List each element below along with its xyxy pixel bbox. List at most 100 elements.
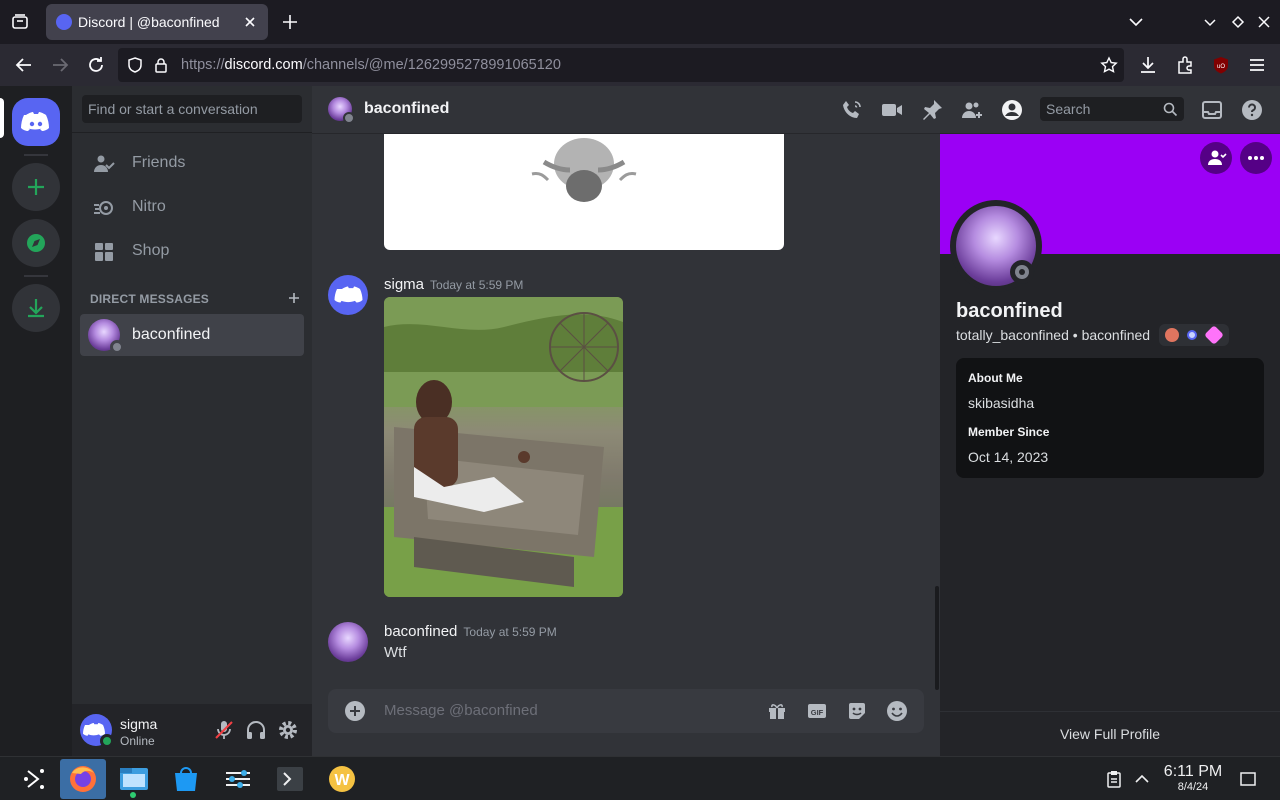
badge-icon[interactable] [1165, 328, 1179, 342]
message-avatar[interactable] [328, 622, 368, 662]
profile-display-name: baconfined [956, 300, 1063, 322]
browser-nav-bar: https://discord.com/channels/@me/1262995… [0, 44, 1280, 86]
clock-date: 8/4/24 [1177, 781, 1209, 793]
voice-call-icon[interactable] [840, 98, 864, 122]
download-apps-button[interactable] [12, 284, 60, 332]
ublock-origin-icon[interactable]: uO [1210, 54, 1232, 76]
address-bar[interactable]: https://discord.com/channels/@me/1262995… [118, 48, 1124, 82]
forward-arrow-icon[interactable] [49, 54, 71, 76]
headphones-icon[interactable] [244, 718, 268, 742]
image-attachment[interactable] [384, 134, 784, 250]
game-launcher-icon[interactable]: W [322, 759, 362, 799]
gift-icon[interactable] [766, 700, 788, 722]
rail-separator [24, 275, 48, 277]
close-tab-icon[interactable] [240, 12, 260, 32]
nav-friends[interactable]: Friends [80, 142, 304, 184]
terminal-icon[interactable] [270, 759, 310, 799]
pinned-messages-icon[interactable] [920, 98, 944, 122]
message-input[interactable]: Message @baconfined [384, 702, 538, 719]
system-tray-expand-icon[interactable] [1132, 769, 1152, 789]
add-friends-to-dm-icon[interactable] [960, 98, 984, 122]
menu-hamburger-icon[interactable] [1246, 54, 1268, 76]
reload-icon[interactable] [85, 54, 107, 76]
dm-sidebar: Find or start a conversation Friends Nit… [72, 86, 312, 756]
member-since-date: Oct 14, 2023 [968, 449, 1049, 465]
inbox-icon[interactable] [1200, 98, 1224, 122]
direct-messages-home-button[interactable] [12, 98, 60, 146]
separator-dot: • [1072, 327, 1078, 343]
search-icon [1162, 101, 1178, 117]
offline-status-icon [1010, 260, 1034, 284]
badge-icon[interactable] [1187, 330, 1197, 340]
photo-attachment[interactable] [384, 297, 623, 597]
video-call-icon[interactable] [880, 98, 904, 122]
settings-gear-icon[interactable] [276, 718, 300, 742]
more-dots-icon [1248, 156, 1264, 160]
store-icon[interactable] [166, 759, 206, 799]
mute-microphone-icon[interactable] [212, 718, 236, 742]
message-timestamp: Today at 5:59 PM [463, 625, 557, 639]
chat-scrollbar[interactable] [935, 586, 939, 690]
explore-servers-button[interactable] [12, 219, 60, 267]
message-timestamp: Today at 5:59 PM [430, 278, 524, 292]
message-author[interactable]: sigma [384, 276, 424, 293]
discord-logo-icon [21, 112, 49, 131]
close-window-icon[interactable] [1254, 12, 1274, 32]
new-tab-icon[interactable] [280, 12, 300, 32]
profile-usernames: totally_baconfined • baconfined [956, 327, 1150, 343]
file-manager-icon[interactable] [114, 759, 154, 799]
dm-item-baconfined[interactable]: baconfined [80, 314, 304, 356]
user-name: sigma [120, 716, 158, 732]
create-dm-plus-icon[interactable] [286, 290, 302, 306]
nitro-gem-badge-icon[interactable] [1204, 325, 1224, 345]
tab-overview-icon[interactable] [10, 12, 30, 32]
find-conversation-input[interactable]: Find or start a conversation [82, 95, 302, 123]
maximize-window-icon[interactable] [1228, 12, 1248, 32]
add-server-button[interactable] [12, 163, 60, 211]
tracking-shield-icon[interactable] [126, 56, 144, 74]
system-clock[interactable]: 6:11 PM 8/4/24 [1160, 763, 1226, 793]
lock-icon[interactable] [152, 56, 170, 74]
about-me-label: About Me [968, 371, 1023, 385]
message-composer[interactable]: Message @baconfined GIF [328, 689, 924, 733]
offline-status-icon [343, 112, 355, 124]
more-options-button[interactable] [1240, 142, 1272, 174]
downloads-icon[interactable] [1137, 54, 1159, 76]
app-launcher-icon[interactable] [14, 759, 54, 799]
direct-messages-header: DIRECT MESSAGES [90, 292, 210, 306]
search-input[interactable]: Search [1040, 97, 1184, 121]
back-arrow-icon[interactable] [13, 54, 35, 76]
divider [940, 711, 1280, 712]
upload-plus-icon[interactable] [344, 700, 366, 722]
user-profile-panel: baconfined totally_baconfined • baconfin… [940, 134, 1280, 756]
clipboard-icon[interactable] [1104, 769, 1124, 789]
show-desktop-icon[interactable] [1238, 769, 1258, 789]
view-full-profile-link[interactable]: View Full Profile [940, 726, 1280, 742]
firefox-taskbar-icon[interactable] [60, 759, 106, 799]
url-text[interactable]: https://discord.com/channels/@me/1262995… [181, 57, 561, 73]
discord-app: Find or start a conversation Friends Nit… [0, 86, 1280, 756]
discord-favicon-icon [56, 14, 72, 30]
nav-nitro[interactable]: Nitro [80, 186, 304, 228]
nav-label: Shop [132, 242, 170, 259]
gif-icon[interactable]: GIF [806, 700, 828, 722]
divider [72, 132, 312, 133]
svg-text:GIF: GIF [811, 708, 824, 717]
bookmark-star-icon[interactable] [1100, 56, 1118, 74]
recipient-name[interactable]: baconfined [364, 100, 449, 118]
emoji-icon[interactable] [886, 700, 908, 722]
message-author[interactable]: baconfined [384, 623, 457, 640]
list-all-tabs-icon[interactable] [1126, 12, 1146, 32]
minimize-window-icon[interactable] [1200, 12, 1220, 32]
nav-shop[interactable]: Shop [80, 230, 304, 272]
sticker-icon[interactable] [846, 700, 868, 722]
message-avatar[interactable] [328, 275, 368, 315]
profile-badges [1159, 324, 1229, 346]
add-friend-button[interactable] [1200, 142, 1232, 174]
user-status: Online [120, 734, 155, 748]
help-icon[interactable] [1240, 98, 1264, 122]
system-settings-icon[interactable] [218, 759, 258, 799]
browser-tab-discord[interactable]: Discord | @baconfined [46, 4, 268, 40]
user-profile-icon[interactable] [1000, 98, 1024, 122]
extensions-icon[interactable] [1174, 54, 1196, 76]
